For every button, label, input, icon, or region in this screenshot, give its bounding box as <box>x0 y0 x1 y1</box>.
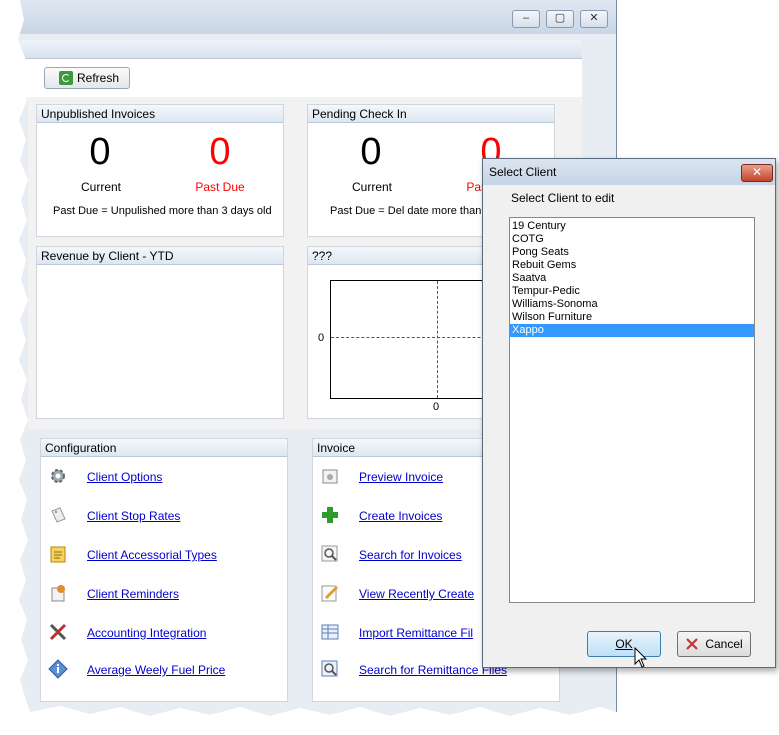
client-list-item[interactable]: Rebuit Gems <box>510 259 754 272</box>
client-list-item[interactable]: Tempur-Pedic <box>510 285 754 298</box>
ok-button[interactable]: OK <box>587 631 661 657</box>
ok-label: OK <box>615 637 633 651</box>
cancel-x-icon <box>686 638 699 650</box>
close-icon: ✕ <box>751 165 763 179</box>
client-list-item[interactable]: COTG <box>510 233 754 246</box>
client-list-item[interactable]: 19 Century <box>510 220 754 233</box>
client-list-item[interactable]: Williams-Sonoma <box>510 298 754 311</box>
select-client-dialog: Select Client ✕ Select Client to edit 19… <box>482 158 776 668</box>
client-list-item[interactable]: Wilson Furniture <box>510 311 754 324</box>
cancel-label: Cancel <box>705 637 743 651</box>
dialog-close-button[interactable]: ✕ <box>741 164 773 182</box>
dialog-prompt: Select Client to edit <box>511 191 615 205</box>
cancel-button[interactable]: Cancel <box>677 631 751 657</box>
client-list-item[interactable]: Pong Seats <box>510 246 754 259</box>
dialog-title[interactable]: Select Client <box>483 159 775 185</box>
client-list-item-selected[interactable]: Xappo <box>510 324 754 337</box>
client-list-item[interactable]: Saatva <box>510 272 754 285</box>
mouse-cursor-icon <box>634 647 648 668</box>
client-listbox[interactable]: 19 Century COTG Pong Seats Rebuit Gems S… <box>509 217 755 603</box>
